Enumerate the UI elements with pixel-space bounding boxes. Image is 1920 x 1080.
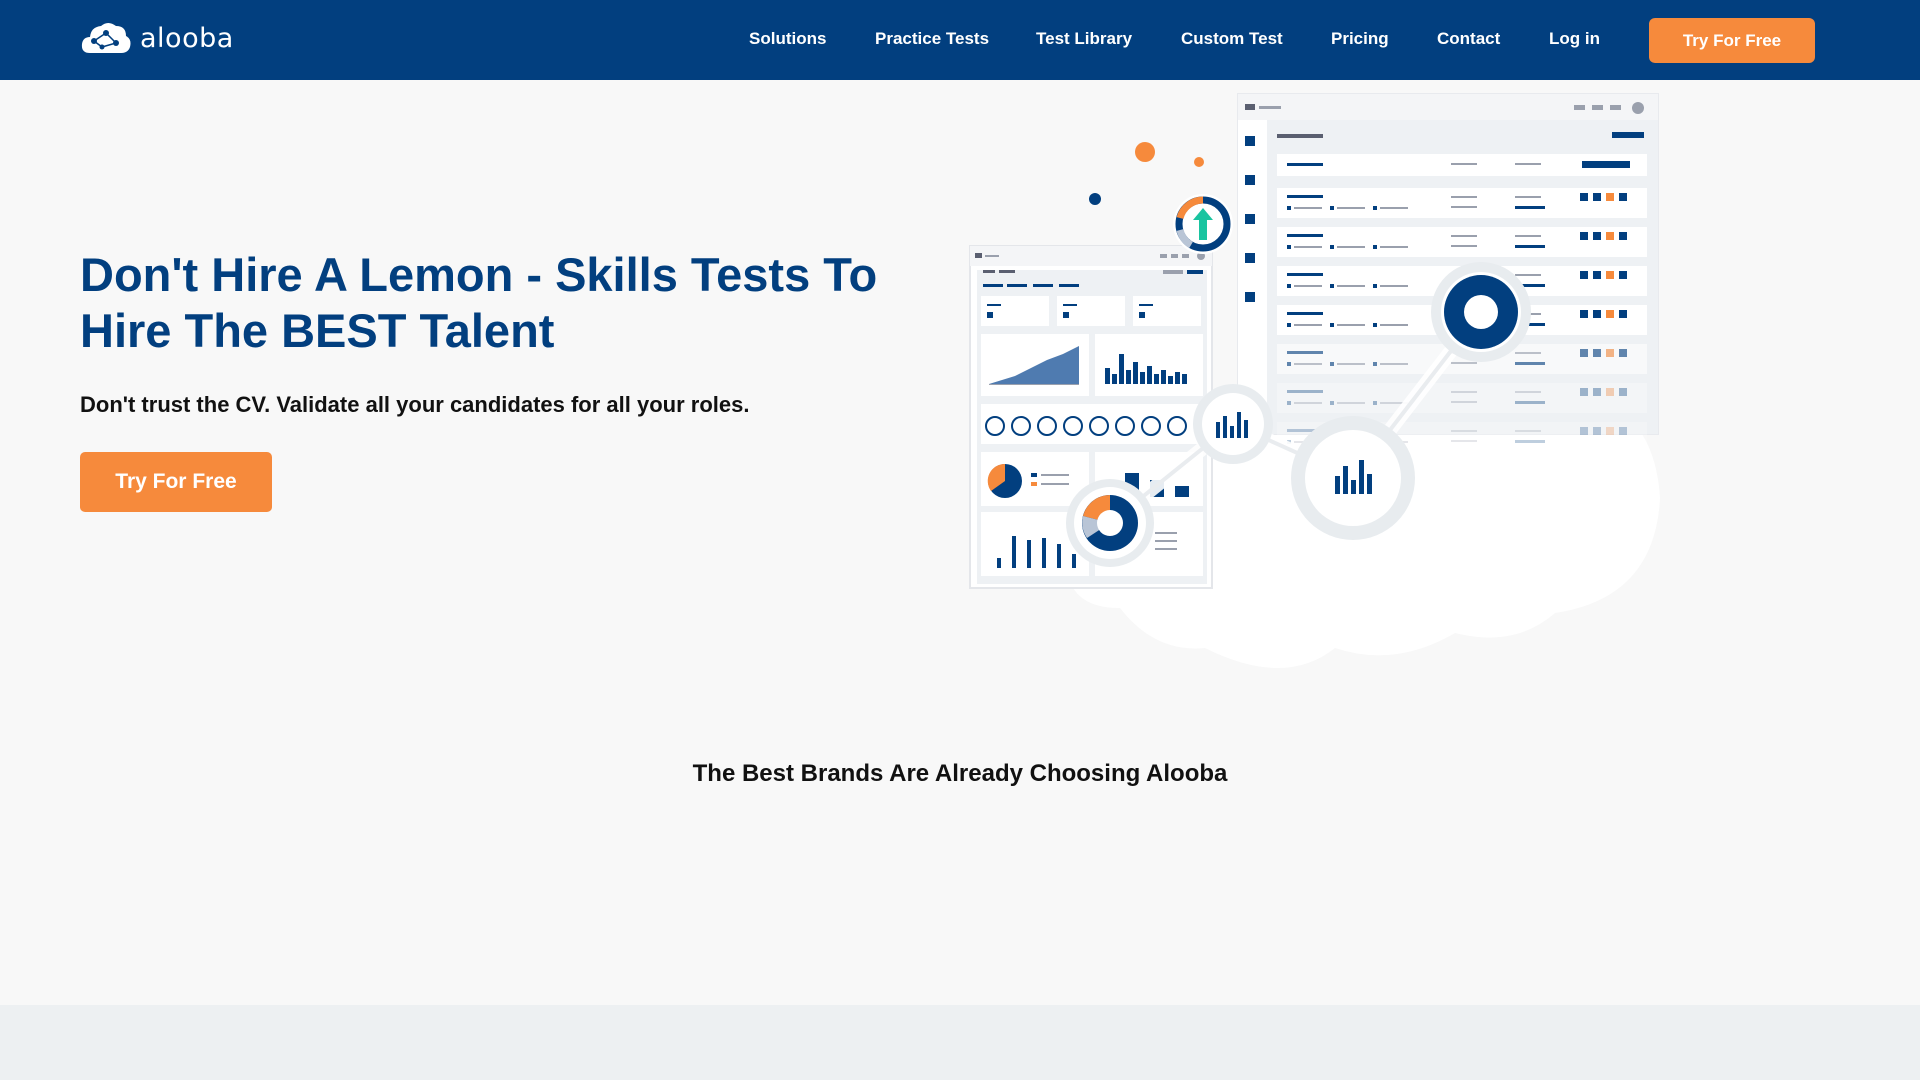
nav-practice-tests[interactable]: Practice Tests xyxy=(875,29,989,49)
nav-solutions[interactable]: Solutions xyxy=(749,29,826,49)
nav-pricing[interactable]: Pricing xyxy=(1331,29,1389,49)
next-section-band xyxy=(0,1005,1920,1080)
hero-subtitle: Don't trust the CV. Validate all your ca… xyxy=(80,392,750,417)
cloud-network-logo-icon xyxy=(80,19,132,57)
alooba-logo[interactable]: alooba xyxy=(80,18,234,58)
brands-heading: The Best Brands Are Already Choosing Alo… xyxy=(692,760,1228,787)
dashboard-illustration xyxy=(955,88,1675,668)
nav-contact[interactable]: Contact xyxy=(1437,29,1500,49)
top-navigation-bar: alooba Solutions Practice Tests Test Lib… xyxy=(0,0,1920,80)
nav-custom-test[interactable]: Custom Test xyxy=(1181,29,1283,49)
hero-try-for-free-button[interactable]: Try For Free xyxy=(80,452,272,512)
hero-title: Don't Hire A Lemon - Skills Tests To Hir… xyxy=(80,248,878,357)
logo-wordmark: alooba xyxy=(140,22,234,54)
header-try-for-free-button[interactable]: Try For Free xyxy=(1649,18,1815,63)
nav-log-in[interactable]: Log in xyxy=(1549,29,1600,49)
nav-test-library[interactable]: Test Library xyxy=(1036,29,1132,49)
